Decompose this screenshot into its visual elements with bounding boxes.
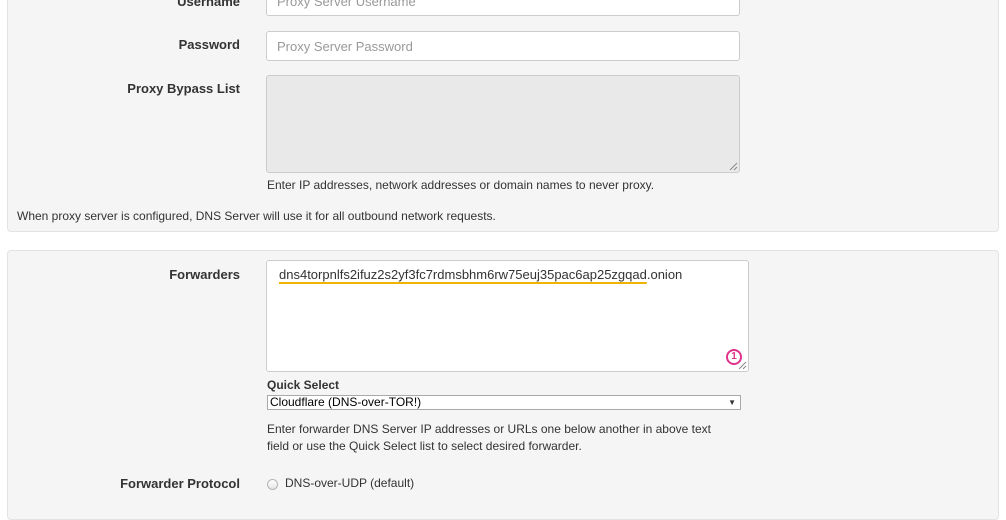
proxy-bypass-label: Proxy Bypass List bbox=[127, 81, 240, 96]
proxy-settings-panel: Username Password Proxy Bypass List Ente… bbox=[7, 0, 999, 232]
password-label: Password bbox=[178, 37, 240, 52]
spellcheck-underlined-text: dns4torpnlfs2ifuz2s2yf3fc7rdmsbhm6rw75eu… bbox=[279, 267, 647, 282]
proxy-bypass-textarea[interactable] bbox=[266, 75, 740, 173]
quick-select-dropdown[interactable]: Cloudflare (DNS-over-TOR!) ▼ bbox=[267, 395, 741, 410]
username-label: Username bbox=[177, 0, 240, 9]
password-input[interactable] bbox=[266, 31, 740, 61]
forwarders-textarea[interactable]: dns4torpnlfs2ifuz2s2yf3fc7rdmsbhm6rw75eu… bbox=[266, 260, 749, 372]
username-input[interactable] bbox=[266, 0, 740, 16]
forwarder-entry: dns4torpnlfs2ifuz2s2yf3fc7rdmsbhm6rw75eu… bbox=[279, 267, 682, 282]
forwarder-protocol-label: Forwarder Protocol bbox=[120, 476, 240, 491]
proxy-dns-note: When proxy server is configured, DNS Ser… bbox=[17, 209, 496, 223]
forwarder-entry-suffix: .onion bbox=[646, 267, 683, 282]
forwarders-help-line-2: field or use the Quick Select list to se… bbox=[267, 439, 582, 453]
dropdown-arrow-icon: ▼ bbox=[728, 398, 736, 407]
forwarders-help-line-1: Enter forwarder DNS Server IP addresses … bbox=[267, 422, 711, 436]
resize-grip-icon[interactable] bbox=[737, 360, 747, 370]
protocol-udp-label[interactable]: DNS-over-UDP (default) bbox=[285, 476, 414, 490]
resize-grip-icon[interactable] bbox=[728, 161, 738, 171]
forwarders-panel: Forwarders dns4torpnlfs2ifuz2s2yf3fc7rdm… bbox=[7, 250, 999, 520]
forwarders-label: Forwarders bbox=[169, 267, 240, 282]
protocol-udp-radio[interactable] bbox=[267, 479, 278, 490]
quick-select-value: Cloudflare (DNS-over-TOR!) bbox=[270, 395, 422, 409]
quick-select-label: Quick Select bbox=[267, 378, 340, 392]
spellcheck-badge-count: 1 bbox=[731, 351, 737, 362]
proxy-bypass-help: Enter IP addresses, network addresses or… bbox=[267, 178, 655, 192]
